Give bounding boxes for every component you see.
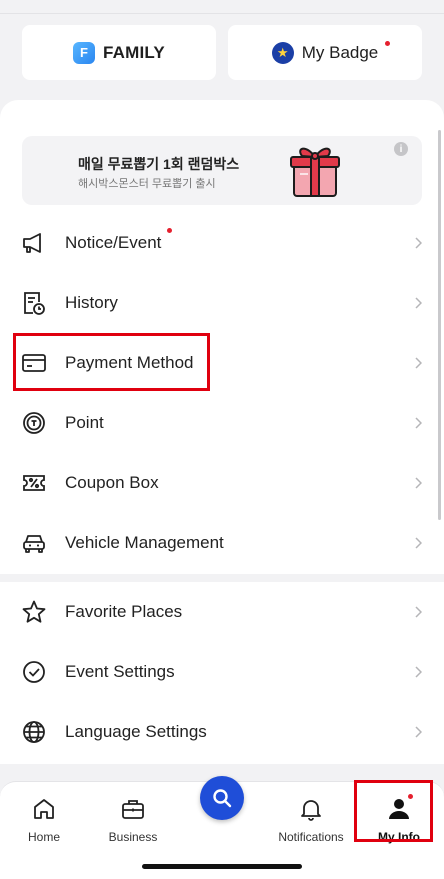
tab-business[interactable]: Business <box>93 790 173 846</box>
promo-banner[interactable]: 매일 무료뽑기 1회 랜덤박스 해시박스몬스터 무료뽑기 출시 i <box>22 136 422 205</box>
badge-icon: ★ <box>271 41 294 64</box>
search-icon <box>213 789 232 808</box>
family-button[interactable]: F FAMILY <box>22 25 216 80</box>
tab-home[interactable]: Home <box>4 790 84 846</box>
home-icon <box>34 799 54 819</box>
menu-item-coupon-box[interactable]: Coupon Box <box>0 453 444 513</box>
menu-item-vehicle-management[interactable]: Vehicle Management <box>0 513 444 573</box>
menu-item-point[interactable]: Point <box>0 393 444 453</box>
promo-subtitle: 해시박스몬스터 무료뽑기 출시 <box>78 178 216 190</box>
my-info-highlight <box>354 780 433 842</box>
menu-item-label: History <box>65 293 118 312</box>
promo-title: 매일 무료뽑기 1회 랜덤박스 <box>78 156 240 172</box>
section-divider <box>0 574 444 582</box>
tab-label: Notifications <box>278 830 344 844</box>
chevron-right-icon <box>415 606 422 618</box>
scrollbar[interactable] <box>438 130 441 520</box>
tab-label: Business <box>108 830 158 844</box>
point-icon <box>23 412 45 434</box>
family-icon: F <box>73 41 95 64</box>
menu-item-language-settings[interactable]: Language Settings <box>0 702 444 762</box>
family-label: FAMILY <box>103 42 165 62</box>
my-badge-button[interactable]: ★ My Badge <box>228 25 422 80</box>
my-badge-label-wrap: My Badge <box>301 40 391 63</box>
chevron-right-icon <box>415 477 422 489</box>
tab-notifications[interactable]: Notifications <box>271 790 351 846</box>
home-indicator <box>142 864 302 869</box>
briefcase-icon <box>122 800 144 819</box>
top-divider <box>0 13 444 14</box>
top-cards: F FAMILY ★ My Badge <box>22 25 422 80</box>
globe-icon <box>23 721 45 743</box>
chevron-right-icon <box>415 537 422 549</box>
badge-notification-dot <box>385 40 391 46</box>
menu-item-event-settings[interactable]: Event Settings <box>0 642 444 702</box>
tab-label: Home <box>27 830 60 844</box>
payment-method-highlight <box>13 333 210 391</box>
check-circle-icon <box>23 661 45 683</box>
my-badge-label: My Badge <box>301 42 379 62</box>
menu-item-label: Vehicle Management <box>65 533 224 552</box>
chevron-right-icon <box>415 297 422 309</box>
menu-item-favorite-places[interactable]: Favorite Places <box>0 582 444 642</box>
bell-icon <box>301 800 321 821</box>
megaphone-icon <box>23 233 41 253</box>
coupon-icon <box>23 475 45 491</box>
chevron-right-icon <box>415 417 422 429</box>
history-icon <box>24 292 45 315</box>
menu-item-label: Favorite Places <box>65 602 183 621</box>
menu-item-label: Coupon Box <box>65 473 159 492</box>
car-icon <box>23 535 45 553</box>
chevron-right-icon <box>415 357 422 369</box>
search-button[interactable] <box>200 776 244 820</box>
chevron-right-icon <box>415 237 422 249</box>
info-icon[interactable]: i <box>394 142 408 156</box>
notice-notification-dot <box>167 228 172 233</box>
star-icon <box>22 600 46 623</box>
chevron-right-icon <box>415 726 422 738</box>
gift-box-icon <box>290 147 340 197</box>
menu-item-label: Event Settings <box>65 662 175 681</box>
menu-item-history[interactable]: History <box>0 273 444 333</box>
menu-item-notice-event[interactable]: Notice/Event <box>0 213 444 273</box>
menu-item-label: Point <box>65 413 104 432</box>
menu-item-label: Language Settings <box>65 722 207 741</box>
chevron-right-icon <box>415 666 422 678</box>
menu-item-label: Notice/Event <box>65 233 162 252</box>
my-info-screen: F FAMILY ★ My Badge 매일 무료뽑기 1회 랜덤박스 해시박스… <box>0 0 444 879</box>
